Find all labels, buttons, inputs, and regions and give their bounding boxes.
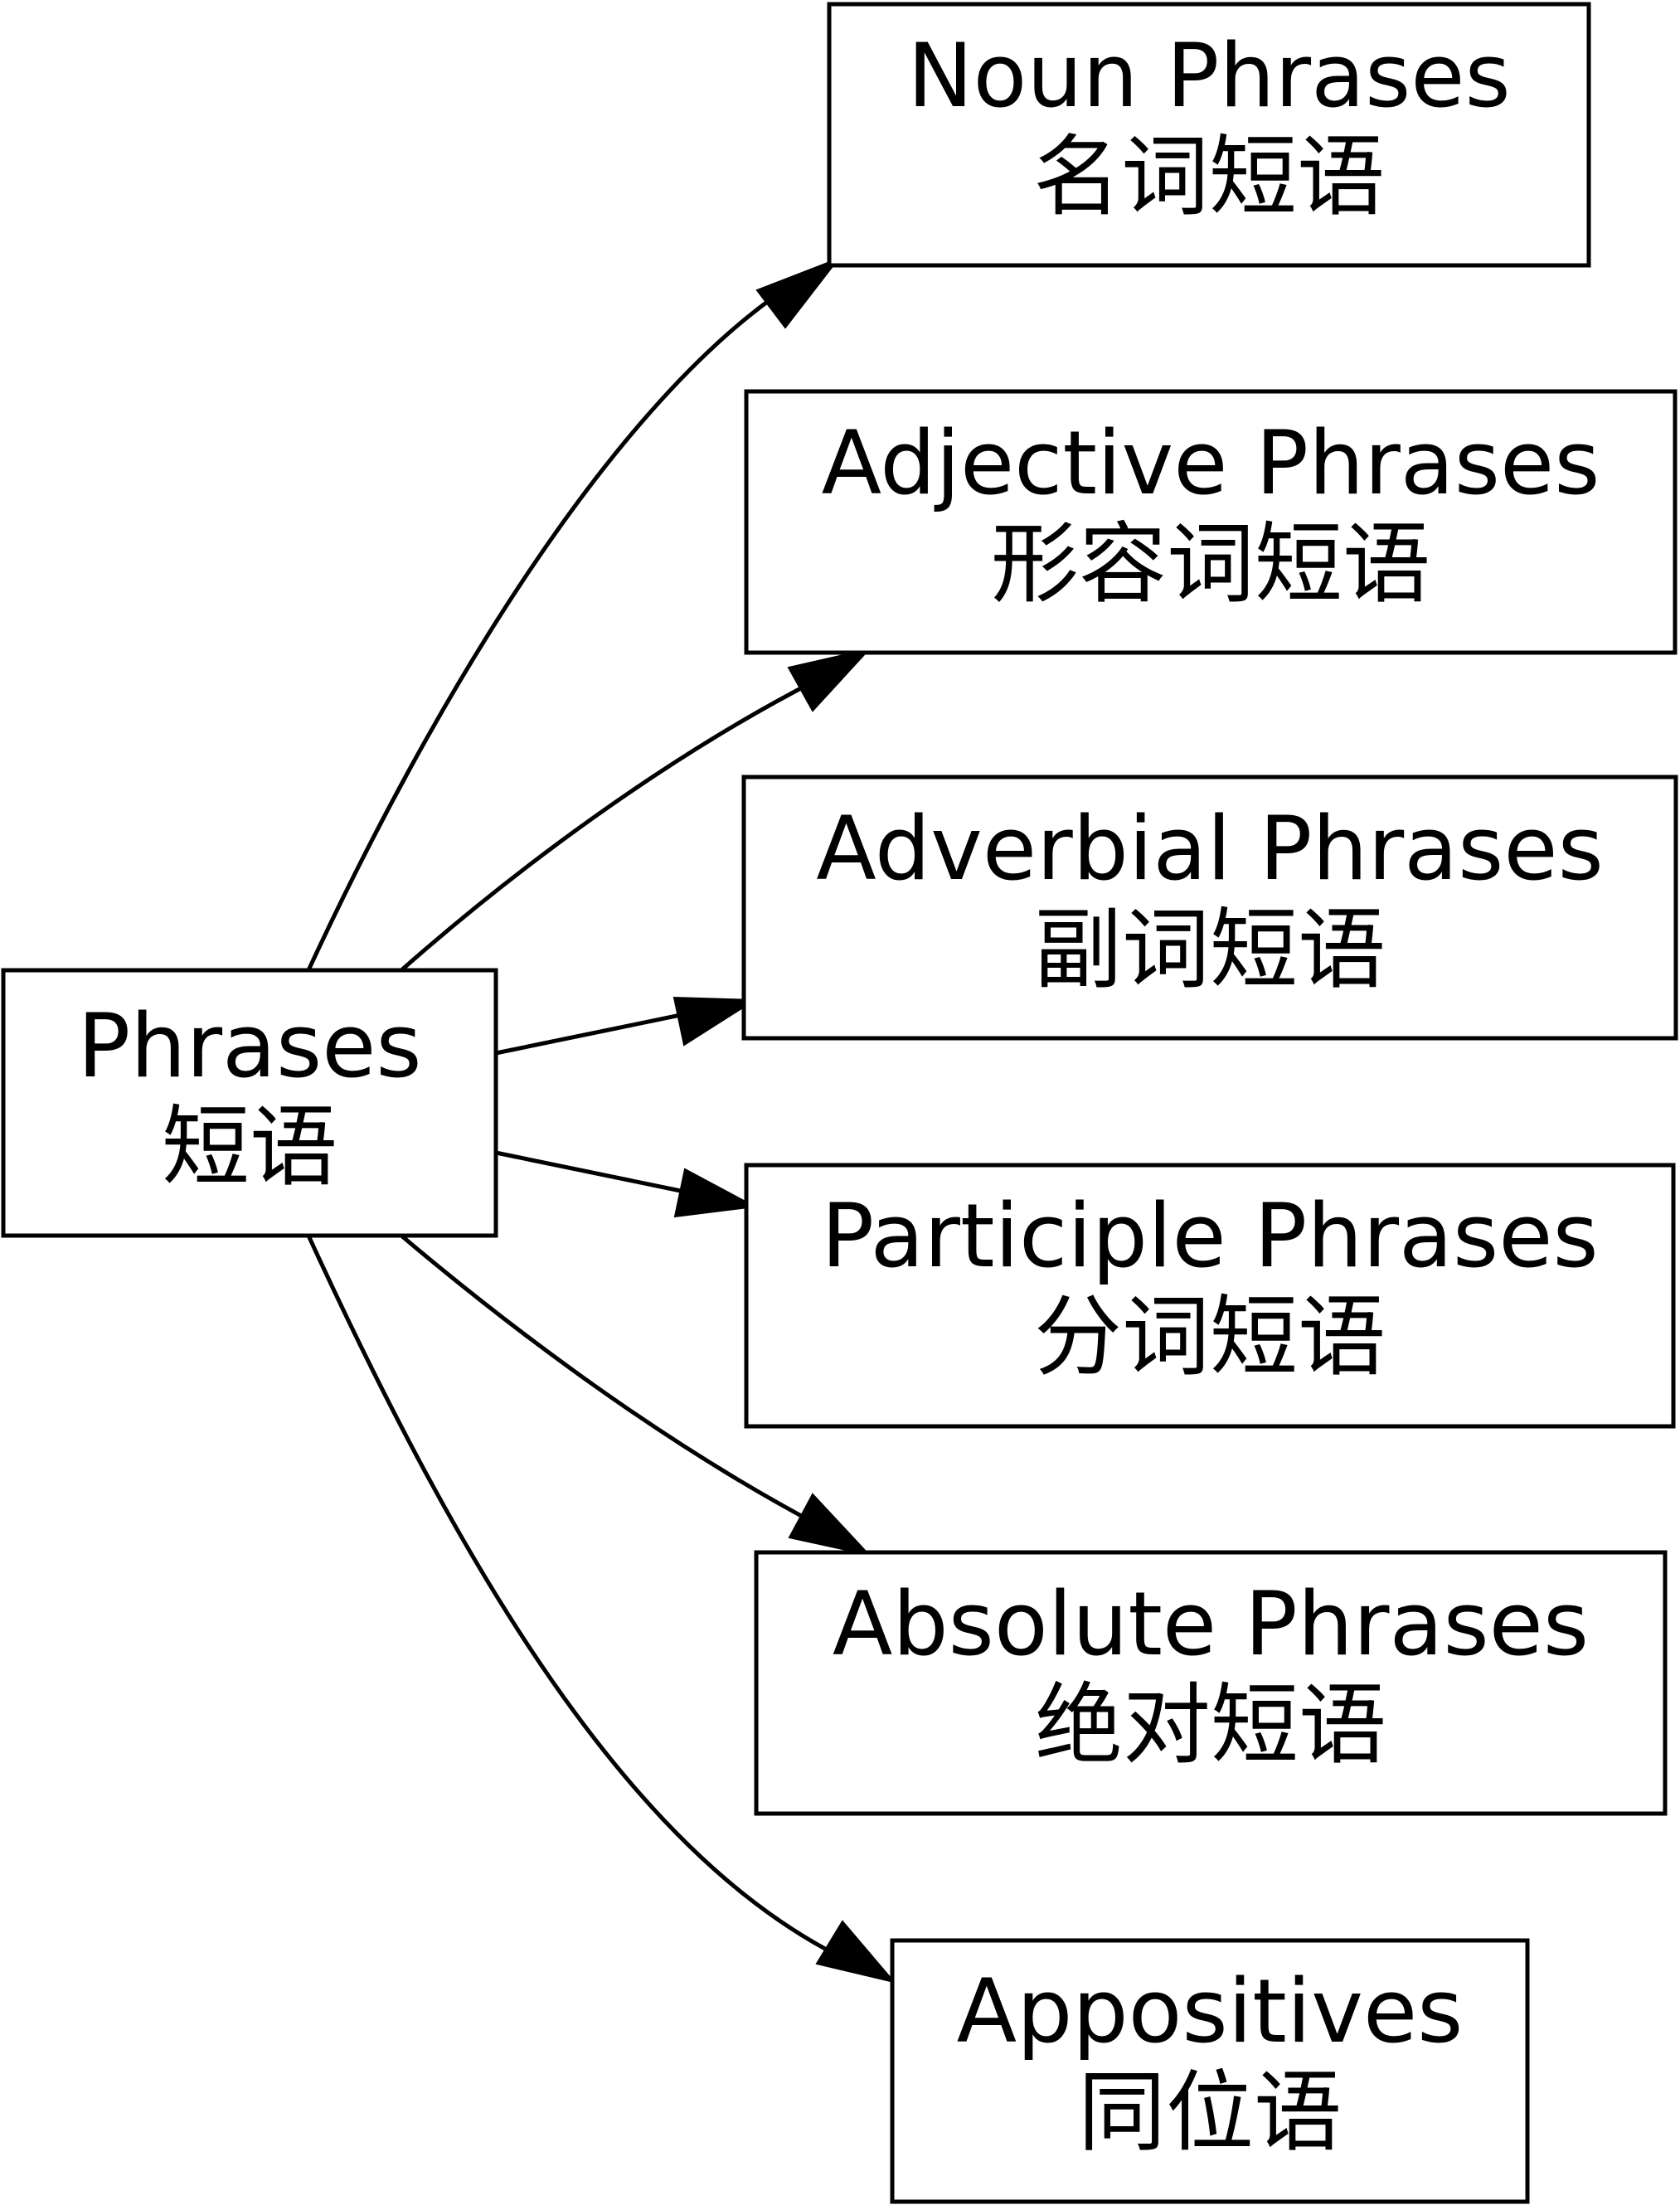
arrowhead xyxy=(815,1920,896,1984)
node-label-zh: 副词短语 xyxy=(1034,899,1386,1001)
node-label-zh: 同位语 xyxy=(1078,2062,1342,2164)
node-label-en: Adjective Phrases xyxy=(822,412,1600,514)
arrowhead xyxy=(787,648,872,712)
node-label-zh: 绝对短语 xyxy=(1035,1674,1386,1776)
node-noun-phrases[interactable]: Noun Phrases 名词短语 xyxy=(827,2,1591,268)
node-label-zh: 名词短语 xyxy=(1033,126,1385,228)
node-label-zh: 短语 xyxy=(162,1096,337,1198)
node-label-en: Phrases xyxy=(77,995,421,1097)
node-participle-phrases[interactable]: Participle Phrases 分词短语 xyxy=(744,1163,1676,1429)
node-label-en: Participle Phrases xyxy=(821,1185,1598,1287)
node-label-en: Appositives xyxy=(957,1960,1464,2062)
node-adverbial-phrases[interactable]: Adverbial Phrases 副词短语 xyxy=(741,775,1678,1041)
node-appositives[interactable]: Appositives 同位语 xyxy=(890,1938,1530,2204)
arrowhead xyxy=(755,256,841,329)
arrowhead xyxy=(788,1493,872,1557)
node-absolute-phrases[interactable]: Absolute Phrases 绝对短语 xyxy=(754,1550,1668,1816)
edge-line xyxy=(306,279,798,972)
edge-to-adverbial-phrases xyxy=(495,996,758,1056)
node-label-en: Noun Phrases xyxy=(907,25,1511,127)
edge-line xyxy=(495,1150,697,1197)
node-phrases[interactable]: Phrases 短语 xyxy=(1,968,498,1238)
arrowhead xyxy=(673,1168,758,1218)
node-label-zh: 分词短语 xyxy=(1034,1286,1386,1388)
node-label-en: Adverbial Phrases xyxy=(816,798,1604,900)
edge-to-participle-phrases xyxy=(495,1150,758,1218)
edge-line xyxy=(495,1009,697,1056)
node-adjective-phrases[interactable]: Adjective Phrases 形容词短语 xyxy=(744,389,1678,655)
node-label-en: Absolute Phrases xyxy=(833,1573,1589,1675)
phrases-diagram: Phrases 短语 Noun Phrases 名词短语 Adjective P… xyxy=(1,2,1678,2204)
node-label-zh: 形容词短语 xyxy=(991,513,1430,615)
